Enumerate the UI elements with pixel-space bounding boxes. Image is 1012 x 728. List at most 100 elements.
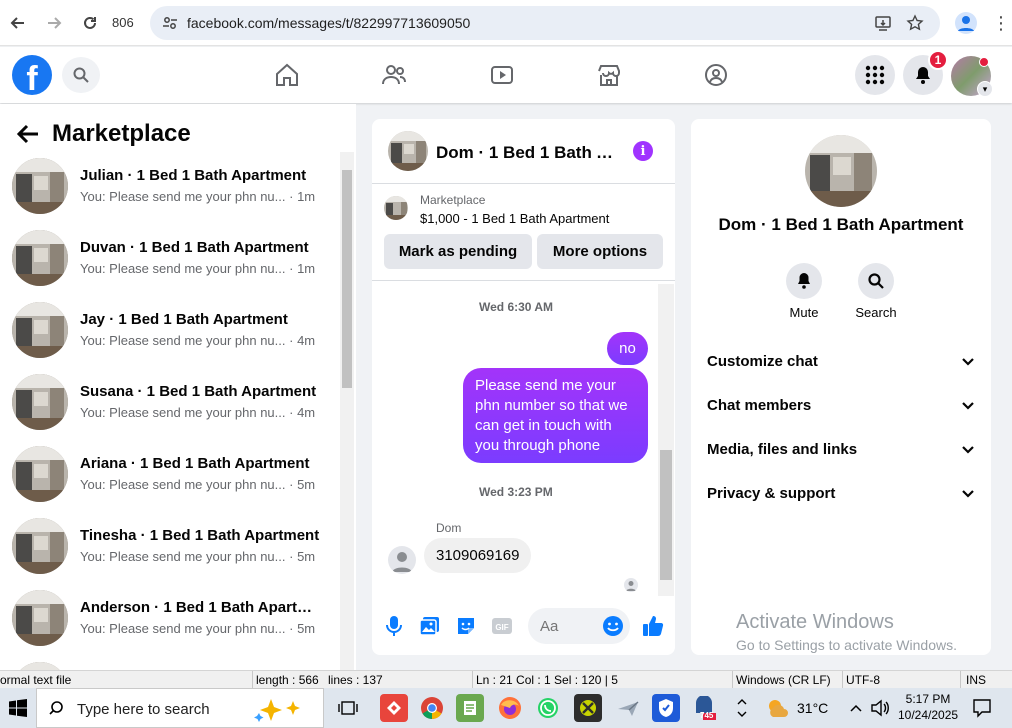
volume-icon[interactable] (868, 694, 892, 722)
listing-price-title[interactable]: $1,000 - 1 Bed 1 Bath Apartment (420, 211, 609, 226)
listing-thumbnail (12, 590, 68, 646)
notification-center-icon[interactable] (968, 694, 996, 722)
app-badge-count: 745 (700, 711, 714, 720)
notepad-plus-plus-app-icon[interactable] (456, 694, 484, 722)
conversation-list: Julian · 1 Bed 1 Bath Apartment You: Ple… (0, 150, 340, 670)
mark-as-pending-button[interactable]: Mark as pending (384, 234, 532, 269)
back-arrow-icon[interactable] (14, 120, 42, 148)
info-icon[interactable]: i (633, 141, 653, 161)
scrollbar-thumb[interactable] (660, 450, 672, 580)
listing-thumbnail (12, 158, 68, 214)
customize-chat-row[interactable]: Customize chat (707, 347, 975, 375)
chat-members-row[interactable]: Chat members (707, 391, 975, 419)
anydesk-app-icon[interactable] (380, 694, 408, 722)
outgoing-message[interactable]: no (607, 332, 648, 365)
sticker-icon[interactable] (455, 615, 477, 637)
svg-text:GIF: GIF (495, 623, 508, 632)
chat-avatar[interactable] (388, 131, 428, 171)
menu-grid-button[interactable] (855, 55, 895, 95)
account-alert-dot (979, 57, 989, 67)
account-chevron-down-icon[interactable]: ▾ (977, 81, 993, 97)
more-options-button[interactable]: More options (537, 234, 663, 269)
windows-start-icon[interactable] (0, 688, 36, 728)
conversation-item[interactable]: Susana · 1 Bed 1 Bath Apartment You: Ple… (0, 366, 340, 438)
chat-panel: Dom · 1 Bed 1 Bath A... i Marketplace $1… (372, 119, 675, 655)
mail-app-icon[interactable]: 745 (690, 694, 718, 722)
conversation-item[interactable]: Jay · 1 Bed 1 Bath Apartment You: Please… (0, 294, 340, 366)
panel-title: Marketplace (52, 120, 191, 147)
privacy-support-row[interactable]: Privacy & support (707, 479, 975, 507)
facebook-header: f (0, 47, 1012, 103)
system-clock[interactable]: 5:17 PM 10/24/2025 (898, 691, 958, 723)
incoming-message[interactable]: 3109069169 (424, 538, 532, 573)
conversation-name: Anderson · 1 Bed 1 Bath Apartm... (80, 599, 320, 616)
reload-icon[interactable] (78, 11, 102, 35)
conversation-item[interactable]: Tinesha · 1 Bed 1 Bath Apartment You: Pl… (0, 510, 340, 582)
browser-toolbar: 806 facebook.com/messages/t/822997713609… (0, 0, 1012, 46)
whatsapp-app-icon[interactable] (534, 694, 562, 722)
browser-profile-icon[interactable] (955, 12, 977, 34)
chrome-app-icon[interactable] (418, 694, 446, 722)
facebook-search-button[interactable] (62, 57, 100, 93)
chat-details-panel: Dom · 1 Bed 1 Bath Apartment Mute Search… (691, 119, 991, 655)
address-bar[interactable]: facebook.com/messages/t/822997713609050 (150, 6, 940, 40)
shield-app-icon[interactable] (652, 694, 680, 722)
show-hidden-icons-chevron-icon[interactable] (846, 694, 866, 722)
search-action[interactable]: Search (846, 263, 906, 320)
weather-temperature: 31°C (797, 700, 829, 716)
scrollbar-thumb[interactable] (342, 170, 352, 388)
weather-icon[interactable] (764, 694, 792, 722)
site-settings-icon[interactable] (162, 15, 178, 31)
task-view-icon[interactable] (334, 694, 362, 722)
firefox-app-icon[interactable] (496, 694, 524, 722)
chevron-down-icon (962, 446, 974, 454)
row-label: Media, files and links (707, 440, 858, 458)
conversation-item[interactable]: Anderson · 1 Bed 1 Bath Apartm... You: P… (0, 582, 340, 654)
message-timestamp: Wed 3:23 PM (479, 485, 553, 499)
conversation-item[interactable] (0, 654, 340, 670)
activate-windows-watermark: Activate Windows (736, 611, 894, 633)
xbox-app-icon[interactable] (574, 694, 602, 722)
message-timestamp: Wed 6:30 AM (479, 300, 554, 314)
listing-thumbnail (12, 662, 68, 670)
photo-icon[interactable] (419, 615, 441, 637)
conversation-name: Julian · 1 Bed 1 Bath Apartment (80, 167, 307, 184)
line-endings: Windows (CR LF) (736, 673, 831, 687)
conversation-item[interactable]: Julian · 1 Bed 1 Bath Apartment You: Ple… (0, 150, 340, 222)
microphone-icon[interactable] (383, 615, 405, 637)
chat-profile-image[interactable] (805, 135, 877, 207)
outgoing-message[interactable]: Please send me your phn number so that w… (463, 368, 648, 463)
chat-title[interactable]: Dom · 1 Bed 1 Bath A... (436, 143, 616, 163)
encoding: UTF-8 (846, 673, 880, 687)
groups-nav-icon[interactable] (702, 61, 730, 89)
bookmark-star-icon[interactable] (906, 14, 924, 32)
friends-nav-icon[interactable] (380, 61, 408, 89)
conversation-name: Susana · 1 Bed 1 Bath Apartment (80, 383, 317, 400)
conversation-preview: You: Please send me your phn nu... · 1m (80, 261, 316, 276)
notification-badge: 1 (928, 50, 948, 70)
back-arrow-icon[interactable] (6, 11, 30, 35)
marketplace-nav-icon[interactable] (595, 61, 623, 89)
tab-count: 806 (112, 15, 134, 30)
forward-arrow-icon[interactable] (42, 11, 66, 35)
media-files-links-row[interactable]: Media, files and links (707, 435, 975, 463)
sender-avatar[interactable] (388, 546, 416, 574)
browser-menu-icon[interactable]: ⋮ (992, 12, 1010, 34)
editor-status-bar: ormal text file length : 566 lines : 137… (0, 670, 1012, 689)
conversation-name: Ariana · 1 Bed 1 Bath Apartment (80, 455, 310, 472)
emoji-icon[interactable] (602, 615, 624, 637)
plane-app-icon[interactable] (614, 694, 642, 722)
gif-icon[interactable]: GIF (491, 615, 513, 637)
mute-action[interactable]: Mute (774, 263, 834, 320)
home-nav-icon[interactable] (273, 61, 301, 89)
sparkle-decoration-icon (254, 699, 300, 722)
watch-nav-icon[interactable] (488, 61, 516, 89)
conversation-item[interactable]: Ariana · 1 Bed 1 Bath Apartment You: Ple… (0, 438, 340, 510)
facebook-logo[interactable]: f (12, 55, 52, 95)
taskbar-search-box[interactable]: Type here to search (36, 688, 324, 728)
conversation-preview: You: Please send me your phn nu... · 4m (80, 333, 316, 348)
taskbar-overflow-chevron-icon[interactable] (728, 694, 756, 722)
conversation-item[interactable]: Duvan · 1 Bed 1 Bath Apartment You: Plea… (0, 222, 340, 294)
install-app-icon[interactable] (874, 14, 892, 32)
thumbs-up-icon[interactable] (642, 615, 664, 637)
